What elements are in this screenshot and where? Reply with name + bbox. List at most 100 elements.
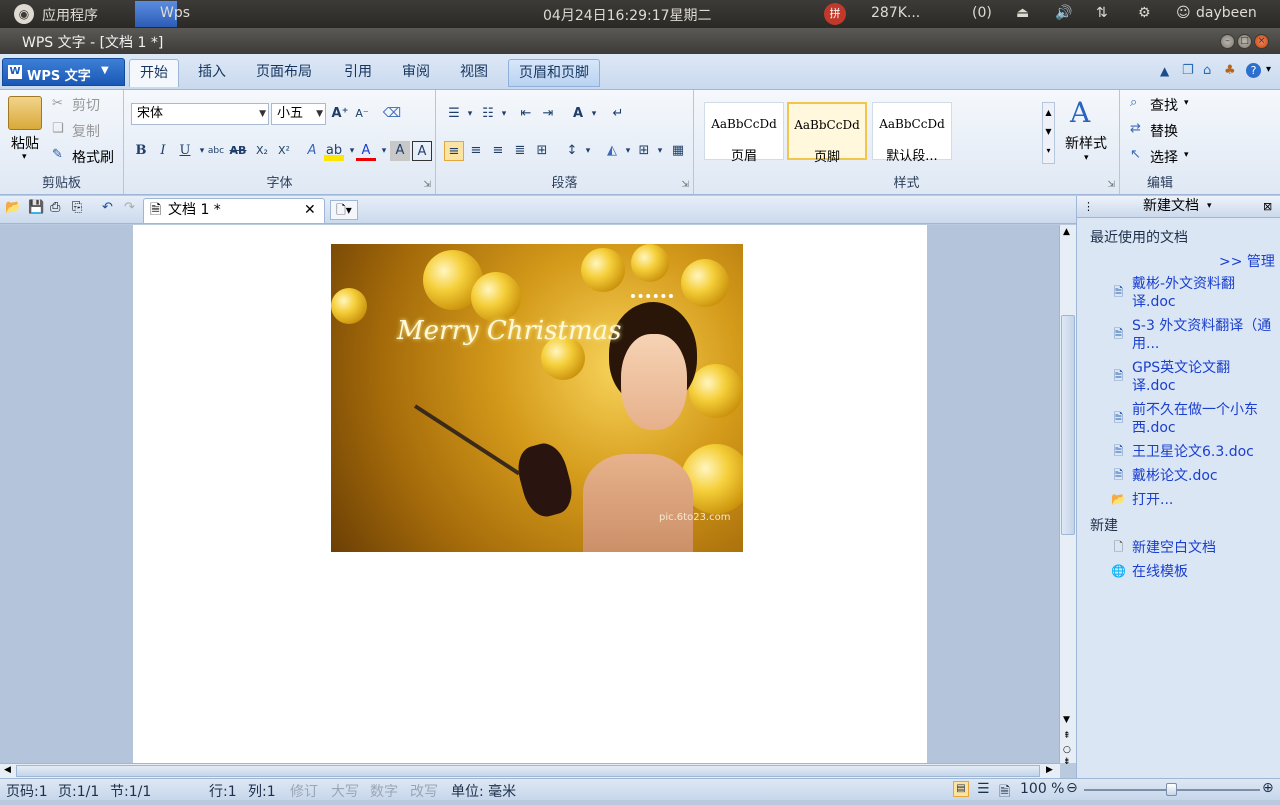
replace-icon[interactable]: ⇄ (1130, 121, 1141, 136)
next-page-icon[interactable]: ⇟ (1063, 757, 1071, 767)
style-header[interactable]: AaBbCcDd 页眉 (704, 102, 784, 164)
cut-button[interactable]: 剪切 (72, 95, 100, 115)
user-name[interactable]: daybeen (1196, 5, 1257, 21)
wps-app-menu-button[interactable]: W WPS 文字 ▼ (2, 58, 125, 86)
zoom-out-icon[interactable]: ⊖ (1066, 780, 1078, 796)
ubuntu-logo-icon[interactable]: ◉ (14, 4, 34, 24)
font-size-dropdown-icon[interactable]: ▼ (316, 104, 323, 124)
horizontal-scroll-thumb[interactable] (16, 765, 1040, 777)
collapse-ribbon-icon[interactable]: ▲ (1160, 64, 1169, 78)
cut-icon[interactable]: ✂ (52, 96, 63, 111)
text-effect-icon[interactable]: A (302, 141, 322, 161)
skin-icon[interactable]: ♣ (1224, 63, 1236, 78)
recent-file-link[interactable]: 戴彬论文.doc (1132, 467, 1272, 485)
tab-references[interactable]: 引用 (334, 59, 382, 87)
zoom-level[interactable]: 100 % (1020, 781, 1064, 797)
strikethrough-icon[interactable]: AB (228, 141, 248, 161)
window-switch-icon[interactable]: ❐ (1182, 63, 1194, 78)
char-border-icon[interactable]: A (412, 141, 432, 161)
scroll-right-icon[interactable]: ▶ (1046, 765, 1053, 775)
new-style-icon[interactable]: A (1070, 96, 1090, 129)
font-name-combo[interactable]: 宋体 ▼ (131, 103, 269, 125)
recent-file-link[interactable]: S-3 外文资料翻译（通用... (1132, 317, 1272, 353)
active-app-name[interactable]: Wps (160, 5, 190, 21)
eject-icon[interactable]: ⏏ (1016, 5, 1029, 21)
print-icon[interactable]: ⎙ (50, 200, 60, 215)
font-name-dropdown-icon[interactable]: ▼ (259, 104, 266, 124)
close-tab-icon[interactable]: ✕ (304, 199, 316, 222)
paste-dropdown-icon[interactable]: ▾ (22, 152, 27, 162)
copy-icon[interactable]: ❏ (52, 121, 64, 136)
highlight-icon[interactable]: ab (324, 141, 344, 161)
vertical-scroll-thumb[interactable] (1061, 315, 1075, 535)
network-speed[interactable]: 287K... (871, 5, 920, 21)
input-method-icon[interactable]: 拼 (824, 3, 846, 25)
volume-icon[interactable]: 🔊 (1055, 5, 1072, 21)
manage-link[interactable]: >> 管理 (1219, 251, 1275, 271)
shrink-font-icon[interactable]: A⁻ (352, 104, 372, 124)
copy-button[interactable]: 复制 (72, 121, 100, 141)
page-view-icon[interactable]: ▤ (953, 781, 969, 797)
find-button[interactable]: 查找 (1150, 95, 1178, 115)
minimize-icon[interactable]: – (1220, 34, 1235, 49)
new-blank-document-link[interactable]: 新建空白文档 (1132, 539, 1272, 557)
pane-title-dropdown-icon[interactable]: ▾ (1207, 196, 1212, 217)
format-painter-button[interactable]: 格式刷 (72, 147, 114, 167)
scroll-up-icon[interactable]: ▲ (1063, 227, 1070, 237)
table-icon[interactable]: ▦ (668, 141, 688, 161)
scroll-left-icon[interactable]: ◀ (4, 765, 11, 775)
italic-icon[interactable]: I (153, 141, 173, 161)
home-icon[interactable]: ⌂ (1203, 63, 1211, 78)
tab-view[interactable]: 视图 (450, 59, 498, 87)
align-right-icon[interactable]: ≡ (488, 141, 508, 161)
tab-insert[interactable]: 插入 (188, 59, 236, 87)
recent-file-link[interactable]: 前不久在做一个小东西.doc (1132, 401, 1272, 437)
settings-gear-icon[interactable]: ⚙ (1138, 5, 1151, 21)
distribute-icon[interactable]: ⊞ (532, 141, 552, 161)
applications-menu[interactable]: 应用程序 (42, 5, 98, 25)
tab-page-layout[interactable]: 页面布局 (246, 59, 322, 87)
format-painter-icon[interactable]: ✎ (52, 147, 63, 162)
select-dropdown-icon[interactable]: ▾ (1184, 150, 1189, 160)
mail-count[interactable]: (0) (972, 5, 992, 21)
subscript-icon[interactable]: X₂ (252, 141, 272, 161)
close-pane-icon[interactable]: ⊠ (1263, 196, 1272, 217)
pane-grip-icon[interactable]: ⋮ (1083, 196, 1094, 217)
help-icon[interactable]: ? (1246, 63, 1261, 78)
line-spacing-dropdown-icon[interactable]: ▾ (578, 141, 598, 161)
open-file-icon[interactable]: 📂 (5, 200, 21, 215)
borders-dropdown-icon[interactable]: ▾ (650, 141, 670, 161)
justify-icon[interactable]: ≣ (510, 141, 530, 161)
close-window-icon[interactable]: × (1254, 34, 1269, 49)
unit-indicator[interactable]: 单位: 毫米 (451, 781, 516, 801)
maximize-icon[interactable]: □ (1237, 34, 1252, 49)
save-icon[interactable]: 💾 (28, 200, 44, 215)
prev-page-icon[interactable]: ⇞ (1063, 731, 1071, 741)
align-left-icon[interactable]: ≡ (444, 141, 464, 161)
browse-object-icon[interactable]: ○ (1063, 745, 1071, 755)
outline-view-icon[interactable]: ☰ (977, 781, 990, 797)
numbered-list-dropdown-icon[interactable]: ▾ (494, 104, 514, 124)
scroll-down-icon[interactable]: ▼ (1063, 715, 1070, 725)
show-paragraph-mark-icon[interactable]: ↵ (608, 104, 628, 124)
user-icon[interactable]: ☺ (1176, 5, 1191, 21)
emphasis-mark-icon[interactable]: abc (206, 141, 226, 161)
decrease-indent-icon[interactable]: ⇤ (516, 104, 536, 124)
new-style-dropdown-icon[interactable]: ▾ (1084, 153, 1089, 163)
clock[interactable]: 04月24日16:29:17星期二 (543, 5, 712, 25)
zoom-slider-thumb[interactable] (1166, 783, 1177, 796)
undo-icon[interactable]: ↶ (102, 200, 113, 215)
recent-file-link[interactable]: GPS英文论文翻译.doc (1132, 359, 1272, 395)
web-view-icon[interactable]: 🗎 (999, 781, 1010, 805)
new-tab-button[interactable]: 🗋▾ (330, 200, 358, 220)
select-button[interactable]: 选择 (1150, 147, 1178, 167)
help-dropdown-icon[interactable]: ▾ (1266, 64, 1271, 75)
replace-button[interactable]: 替换 (1150, 121, 1178, 141)
redo-icon[interactable]: ↷ (124, 200, 135, 215)
tab-review[interactable]: 审阅 (392, 59, 440, 87)
tab-home[interactable]: 开始 (129, 59, 179, 87)
overwrite-indicator[interactable]: 改写 (410, 781, 438, 801)
network-icon[interactable]: ⇅ (1096, 5, 1108, 21)
increase-indent-icon[interactable]: ⇥ (538, 104, 558, 124)
revision-toggle[interactable]: 修订 (290, 781, 318, 801)
